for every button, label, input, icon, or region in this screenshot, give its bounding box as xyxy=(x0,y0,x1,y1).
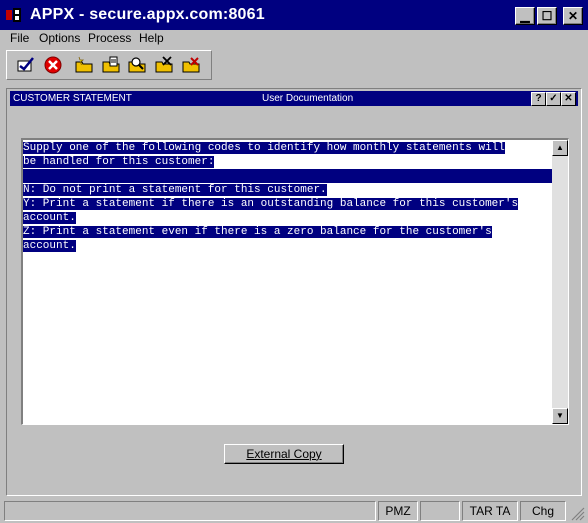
status-bar: PMZ TAR TA Chg xyxy=(0,499,588,523)
scroll-down-arrow-icon[interactable]: ▼ xyxy=(552,408,568,424)
inquire-record-icon[interactable] xyxy=(127,56,147,74)
doc-line: be handled for this customer: xyxy=(23,156,215,168)
close-button[interactable]: ✕ xyxy=(563,7,583,25)
add-record-icon[interactable] xyxy=(74,56,94,74)
window-title-bar[interactable]: APPX - secure.appx.com:8061 ▁ ☐ ✕ xyxy=(0,0,588,30)
delete-record-icon[interactable] xyxy=(154,56,174,74)
menu-process[interactable]: Process xyxy=(88,31,131,45)
status-panel-blank xyxy=(420,501,460,521)
doc-line: account. xyxy=(23,212,76,224)
checkmark-icon[interactable] xyxy=(16,56,36,74)
scan-record-icon[interactable] xyxy=(181,56,201,74)
external-copy-button[interactable]: External Copy xyxy=(224,444,344,464)
toolbar xyxy=(6,50,212,80)
documentation-text-area[interactable]: Supply one of the following codes to ide… xyxy=(21,138,569,425)
doc-line: N: Do not print a statement for this cus… xyxy=(23,184,327,196)
maximize-button[interactable]: ☐ xyxy=(537,7,557,25)
doc-line: Y: Print a statement if there is an outs… xyxy=(23,198,519,210)
status-panel-chg: Chg xyxy=(520,501,566,521)
subwindow-subtitle: User Documentation xyxy=(262,93,354,104)
status-panel-pmz: PMZ xyxy=(378,501,418,521)
menu-options[interactable]: Options xyxy=(39,31,80,45)
help-button[interactable]: ? xyxy=(531,92,546,106)
subwindow-close-button[interactable]: ✕ xyxy=(561,92,576,106)
status-panel-tar: TAR TA xyxy=(462,501,518,521)
menu-help[interactable]: Help xyxy=(139,31,164,45)
doc-line: Z: Print a statement even if there is a … xyxy=(23,226,492,238)
documentation-text: Supply one of the following codes to ide… xyxy=(23,141,553,253)
cancel-icon[interactable] xyxy=(43,56,63,74)
subwindow-title: CUSTOMER STATEMENT xyxy=(13,93,132,104)
doc-line-blank xyxy=(23,169,553,183)
window-title: APPX - secure.appx.com:8061 xyxy=(30,6,265,23)
scroll-up-arrow-icon[interactable]: ▲ xyxy=(552,140,568,156)
change-record-icon[interactable] xyxy=(101,56,121,74)
doc-line: Supply one of the following codes to ide… xyxy=(23,142,505,154)
doc-line: account. xyxy=(23,240,76,252)
subwindow-title-bar: CUSTOMER STATEMENT User Documentation ? … xyxy=(10,91,578,106)
ok-button[interactable]: ✓ xyxy=(546,92,561,106)
vertical-scrollbar[interactable]: ▲ ▼ xyxy=(552,140,568,424)
status-message xyxy=(4,501,376,521)
minimize-button[interactable]: ▁ xyxy=(515,7,535,25)
menu-bar: File Options Process Help xyxy=(0,30,588,48)
menu-file[interactable]: File xyxy=(10,31,29,45)
resize-grip-icon[interactable] xyxy=(571,507,585,521)
appx-logo-icon xyxy=(6,8,21,22)
